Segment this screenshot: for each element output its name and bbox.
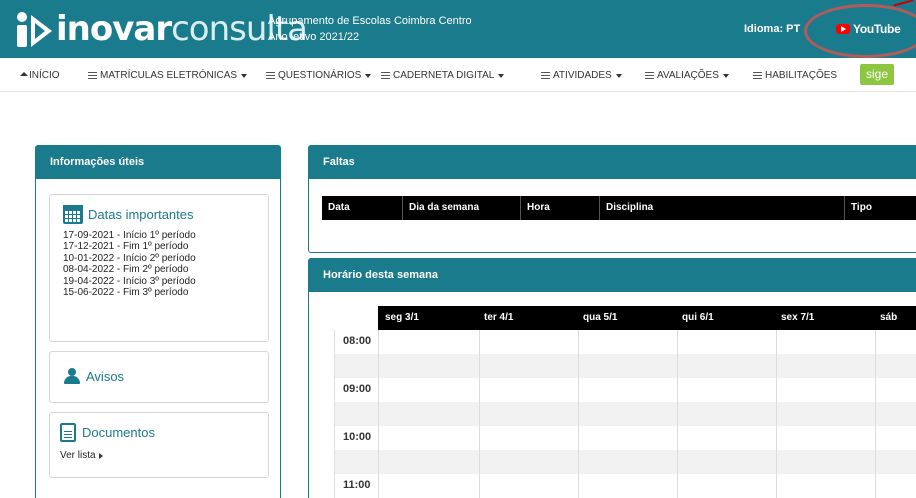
nav-item-inicio[interactable]: INÍCIO (20, 70, 60, 81)
nav-item-avaliacoes[interactable]: AVALIAÇÕES (645, 70, 729, 81)
day-header-sab: sáb (880, 312, 898, 323)
schedule-header: seg 3/1 ter 4/1 qua 5/1 qui 6/1 sex 7/1 … (378, 306, 916, 330)
schedule-row (335, 474, 916, 498)
nav-item-matriculas[interactable]: MATRÍCULAS ELETRÓNICAS (88, 70, 248, 81)
time-label: 10:00 (343, 431, 372, 443)
list-icon (753, 72, 762, 79)
school-info: Agrupamento de Escolas Coimbra Centro An… (268, 13, 472, 45)
date-item: 08-04-2022 - Fim 2º período (63, 264, 189, 276)
time-label: 08:00 (343, 335, 372, 347)
avisos-title: Avisos (86, 368, 125, 384)
column-header-data: Data (322, 196, 403, 220)
nav-item-label: ATIVIDADES (553, 70, 612, 81)
documentos-card: Documentos Ver lista (49, 412, 269, 478)
documentos-header: Documentos (60, 423, 268, 442)
schedule-corner (334, 306, 378, 330)
list-icon (645, 72, 654, 79)
nav-item-caderneta[interactable]: CADERNETA DIGITAL (381, 70, 505, 81)
date-item: 15-06-2022 - Fim 3º período (63, 287, 189, 299)
top-header: inovarconsulta Agrupamento de Escolas Co… (0, 0, 916, 58)
schedule-row (335, 330, 916, 354)
chevron-down-icon (241, 73, 248, 78)
inovar-logo[interactable]: inovarconsulta (14, 6, 308, 52)
list-icon (381, 72, 390, 79)
grid-divider (677, 330, 678, 498)
chevron-down-icon (722, 73, 729, 78)
nav-item-label: AVALIAÇÕES (657, 70, 719, 81)
column-header-disciplina: Disciplina (600, 196, 845, 220)
list-icon (541, 72, 550, 79)
day-header-seg: seg 3/1 (385, 312, 419, 323)
page: inovarconsulta Agrupamento de Escolas Co… (0, 0, 916, 498)
column-header-dia-semana: Dia da semana (403, 196, 521, 220)
nav-item-label: CADERNETA DIGITAL (393, 70, 495, 81)
school-name: Agrupamento de Escolas Coimbra Centro (268, 15, 472, 27)
schedule-row (335, 354, 916, 378)
grid-divider (776, 330, 777, 498)
time-label: 11:00 (343, 479, 371, 491)
day-header-qui: qui 6/1 (682, 312, 714, 323)
documentos-title: Documentos (82, 425, 155, 440)
date-item: 17-09-2021 - Início 1º período (63, 230, 196, 241)
document-icon (60, 423, 76, 442)
grid-divider (875, 330, 876, 498)
time-label: 09:00 (343, 383, 372, 395)
list-icon (88, 72, 97, 79)
grid-divider (479, 330, 480, 498)
day-header-qua: qua 5/1 (583, 312, 618, 323)
grid-divider (378, 330, 379, 498)
logo-text-bold: inovar (56, 9, 172, 49)
home-icon (20, 71, 28, 76)
schedule-row (335, 402, 916, 426)
calendar-icon (63, 205, 83, 224)
horario-title: Horário desta semana (309, 259, 916, 292)
ver-lista-label: Ver lista (60, 450, 96, 461)
date-item: 10-01-2022 - Início 2º período (63, 252, 196, 264)
nav-item-label: INÍCIO (29, 70, 60, 81)
highlight-circle-annotation (804, 4, 916, 58)
chevron-down-icon (365, 73, 372, 78)
nav-item-label: MATRÍCULAS ELETRÓNICAS (100, 70, 238, 81)
schedule-grid (334, 330, 916, 498)
list-icon (266, 72, 275, 79)
important-dates-header: Datas importantes (63, 205, 268, 224)
inovar-logo-icon (17, 12, 52, 47)
chevron-down-icon (615, 73, 622, 78)
nav-item-habilitacoes[interactable]: HABILITAÇÕES (753, 70, 837, 81)
language-selector[interactable]: Idioma: PT (744, 23, 800, 35)
schedule-row (335, 378, 916, 402)
avisos-card[interactable]: Avisos (49, 351, 269, 403)
main-nav: INÍCIO MATRÍCULAS ELETRÓNICAS QUESTIONÁR… (0, 58, 916, 92)
day-header-sex: sex 7/1 (781, 312, 815, 323)
column-header-tipo: Tipo (851, 202, 872, 213)
schedule-row (335, 450, 916, 474)
ver-lista-link[interactable]: Ver lista (60, 450, 268, 461)
sige-button[interactable]: sige (860, 64, 894, 85)
faltas-table-header: Data Dia da semana Hora Disciplina Tipo (322, 196, 916, 220)
info-panel: Informações úteis Datas importantes 17-0… (35, 145, 281, 498)
schedule-row (335, 426, 916, 450)
chevron-down-icon (498, 73, 505, 78)
nav-item-label: HABILITAÇÕES (765, 70, 838, 81)
important-dates-title: Datas importantes (88, 207, 194, 222)
user-icon (63, 368, 81, 384)
date-item: 17-12-2021 - Fim 1º período (63, 241, 189, 253)
column-header-hora: Hora (521, 196, 600, 220)
grid-divider (578, 330, 579, 498)
date-item: 19-04-2022 - Início 3º período (63, 275, 196, 287)
important-dates-card: Datas importantes 17-09-2021 - Início 1º… (49, 194, 269, 342)
info-panel-title: Informações úteis (36, 146, 280, 179)
nav-item-atividades[interactable]: ATIVIDADES (541, 70, 622, 81)
faltas-title: Faltas (309, 146, 916, 179)
nav-item-questionarios[interactable]: QUESTIONÁRIOS (266, 70, 372, 81)
nav-item-label: QUESTIONÁRIOS (278, 70, 362, 81)
day-header-ter: ter 4/1 (484, 312, 514, 323)
chevron-right-icon (98, 452, 103, 459)
avisos-header: Avisos (63, 368, 268, 384)
school-year: Ano letivo 2021/22 (268, 31, 360, 43)
